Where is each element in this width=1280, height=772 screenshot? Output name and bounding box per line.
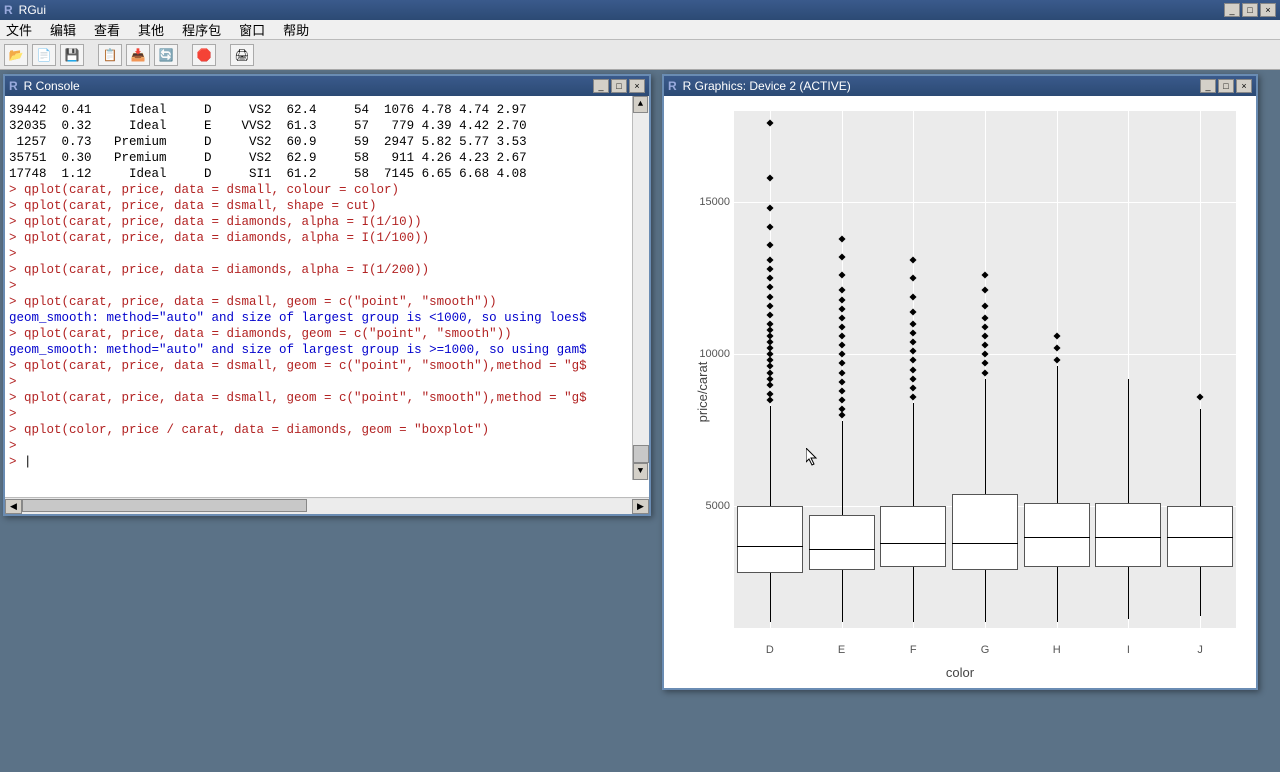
console-close-button[interactable]: × bbox=[629, 79, 645, 93]
scroll-left-icon[interactable]: ◀ bbox=[5, 499, 22, 514]
menu-item[interactable]: 窗口 bbox=[239, 20, 265, 39]
boxplot bbox=[809, 111, 875, 628]
open-button[interactable]: 📂 bbox=[4, 44, 28, 66]
console-line: > qplot(carat, price, data = dsmall, col… bbox=[9, 182, 645, 198]
console-vscroll[interactable]: ▲ ▼ bbox=[632, 96, 649, 480]
console-line: > qplot(carat, price, data = diamonds, a… bbox=[9, 214, 645, 230]
main-titlebar: R RGui _ □ × bbox=[0, 0, 1280, 20]
console-minimize-button[interactable]: _ bbox=[593, 79, 609, 93]
graphics-body: price/carat color 5000 10000 15000 D E F G H I J bbox=[664, 96, 1256, 688]
vscroll-thumb[interactable] bbox=[633, 445, 649, 463]
boxplot bbox=[1095, 111, 1161, 628]
console-line: > bbox=[9, 454, 645, 470]
y-tick: 10000 bbox=[699, 348, 730, 360]
graphics-window: R R Graphics: Device 2 (ACTIVE) _ □ × pr… bbox=[662, 74, 1258, 690]
graphics-icon: R bbox=[668, 79, 677, 93]
graphics-title: R Graphics: Device 2 (ACTIVE) bbox=[683, 79, 851, 93]
plot-panel bbox=[734, 111, 1236, 628]
graphics-close-button[interactable]: × bbox=[1236, 79, 1252, 93]
console-line: > qplot(carat, price, data = dsmall, geo… bbox=[9, 358, 645, 374]
boxplot bbox=[737, 111, 803, 628]
console-maximize-button[interactable]: □ bbox=[611, 79, 627, 93]
scroll-up-icon[interactable]: ▲ bbox=[633, 96, 648, 113]
copy-button[interactable]: 📋 bbox=[98, 44, 122, 66]
console-line: 35751 0.30 Premium D VS2 62.9 58 911 4.2… bbox=[9, 150, 645, 166]
x-tick: J bbox=[1197, 644, 1203, 656]
boxplot bbox=[880, 111, 946, 628]
hscroll-thumb[interactable] bbox=[22, 499, 307, 512]
save-button[interactable]: 💾 bbox=[60, 44, 84, 66]
boxplot bbox=[952, 111, 1018, 628]
boxplot bbox=[1167, 111, 1233, 628]
console-line: > qplot(carat, price, data = dsmall, geo… bbox=[9, 390, 645, 406]
x-tick: H bbox=[1053, 644, 1061, 656]
console-line: > bbox=[9, 406, 645, 422]
console-line: 17748 1.12 Ideal D SI1 61.2 58 7145 6.65… bbox=[9, 166, 645, 182]
console-line: > bbox=[9, 246, 645, 262]
scroll-right-icon[interactable]: ▶ bbox=[632, 499, 649, 514]
console-titlebar: R R Console _ □ × bbox=[5, 76, 649, 96]
stop-button[interactable]: 🛑 bbox=[192, 44, 216, 66]
console-hscroll[interactable]: ◀ ▶ bbox=[5, 497, 649, 514]
minimize-button[interactable]: _ bbox=[1224, 3, 1240, 17]
close-button[interactable]: × bbox=[1260, 3, 1276, 17]
y-tick: 15000 bbox=[699, 196, 730, 208]
mdi-area: R R Console _ □ × 39442 0.41 Ideal D VS2… bbox=[0, 70, 1280, 772]
console-icon: R bbox=[9, 79, 18, 93]
console-line: > qplot(carat, price, data = diamonds, g… bbox=[9, 326, 645, 342]
y-axis-label: price/carat bbox=[695, 362, 710, 423]
x-tick: D bbox=[766, 644, 774, 656]
refresh-button[interactable]: 🔄 bbox=[154, 44, 178, 66]
console-line: > qplot(carat, price, data = diamonds, a… bbox=[9, 230, 645, 246]
console-line: > bbox=[9, 278, 645, 294]
menu-item[interactable]: 其他 bbox=[138, 20, 164, 39]
toolbar: 📂 📄 💾 📋 📥 🔄 🛑 🖨 bbox=[0, 40, 1280, 70]
console-line: 32035 0.32 Ideal E VVS2 61.3 57 779 4.39… bbox=[9, 118, 645, 134]
graphics-titlebar: R R Graphics: Device 2 (ACTIVE) _ □ × bbox=[664, 76, 1256, 96]
console-line: geom_smooth: method="auto" and size of l… bbox=[9, 310, 645, 326]
graphics-maximize-button[interactable]: □ bbox=[1218, 79, 1234, 93]
x-tick: F bbox=[910, 644, 917, 656]
x-axis-label: color bbox=[664, 665, 1256, 680]
y-tick: 5000 bbox=[706, 500, 730, 512]
x-tick: G bbox=[981, 644, 990, 656]
console-line: > qplot(color, price / carat, data = dia… bbox=[9, 422, 645, 438]
menu-item[interactable]: 帮助 bbox=[283, 20, 309, 39]
console-window: R R Console _ □ × 39442 0.41 Ideal D VS2… bbox=[3, 74, 651, 516]
console-line: 1257 0.73 Premium D VS2 60.9 59 2947 5.8… bbox=[9, 134, 645, 150]
graphics-minimize-button[interactable]: _ bbox=[1200, 79, 1216, 93]
menubar: 文件编辑查看其他程序包窗口帮助 bbox=[0, 20, 1280, 40]
console-line: > qplot(carat, price, data = diamonds, a… bbox=[9, 262, 645, 278]
x-tick: E bbox=[838, 644, 845, 656]
print-button[interactable]: 🖨 bbox=[230, 44, 254, 66]
boxplot bbox=[1024, 111, 1090, 628]
console-line: > bbox=[9, 374, 645, 390]
console-line: > bbox=[9, 438, 645, 454]
app-icon: R bbox=[4, 3, 13, 17]
console-line: > qplot(carat, price, data = dsmall, geo… bbox=[9, 294, 645, 310]
menu-item[interactable]: 编辑 bbox=[50, 20, 76, 39]
scroll-down-icon[interactable]: ▼ bbox=[633, 463, 648, 480]
maximize-button[interactable]: □ bbox=[1242, 3, 1258, 17]
console-line: > qplot(carat, price, data = dsmall, sha… bbox=[9, 198, 645, 214]
load-button[interactable]: 📄 bbox=[32, 44, 56, 66]
paste-button[interactable]: 📥 bbox=[126, 44, 150, 66]
console-line: geom_smooth: method="auto" and size of l… bbox=[9, 342, 645, 358]
app-title: RGui bbox=[19, 3, 46, 17]
console-body[interactable]: 39442 0.41 Ideal D VS2 62.4 54 1076 4.78… bbox=[5, 96, 649, 497]
menu-item[interactable]: 查看 bbox=[94, 20, 120, 39]
menu-item[interactable]: 文件 bbox=[6, 20, 32, 39]
console-line: 39442 0.41 Ideal D VS2 62.4 54 1076 4.78… bbox=[9, 102, 645, 118]
console-title: R Console bbox=[24, 79, 80, 93]
x-tick: I bbox=[1127, 644, 1130, 656]
menu-item[interactable]: 程序包 bbox=[182, 20, 221, 39]
